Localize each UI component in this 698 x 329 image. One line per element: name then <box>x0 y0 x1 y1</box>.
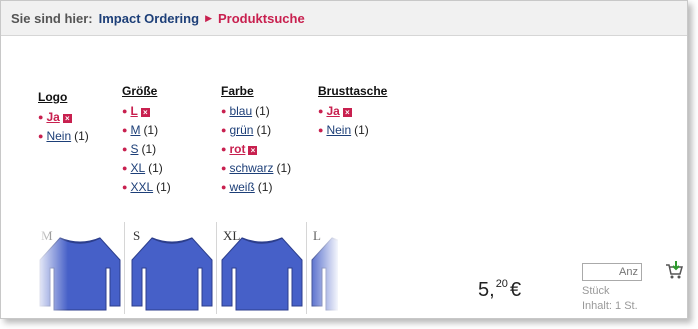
facet-value: ● Nein (1) <box>38 127 89 146</box>
product-thumbnail-strip: MSXLL <box>38 222 338 314</box>
bullet-icon: ● <box>122 163 128 173</box>
facet-0: Logo ● Ja × ● Nein (1) <box>38 90 89 146</box>
bullet-icon: ● <box>122 182 128 192</box>
triangle-right-icon: ▶ <box>205 12 212 23</box>
breadcrumb-label: Sie sind hier: <box>11 10 93 26</box>
breadcrumb: Sie sind hier: Impact Ordering ▶ Produkt… <box>1 1 687 36</box>
facet-count: (1) <box>276 161 292 175</box>
facet-value-link[interactable]: weiß <box>229 180 254 194</box>
facet-1: Größe ● L × ● M (1) ● S (1) ● XL (1) ● XXL (1) <box>122 84 171 197</box>
facet-value-link[interactable]: grün <box>229 123 253 137</box>
product-price: 5,20 € <box>478 278 521 302</box>
breadcrumb-current: Produktsuche <box>217 10 305 26</box>
remove-filter-icon[interactable]: × <box>140 108 150 117</box>
facet-title: Brusttasche <box>318 84 388 98</box>
facet-title: Farbe <box>221 84 254 98</box>
facet-value: ● S (1) <box>122 140 171 159</box>
quantity-content: Inhalt: 1 St. <box>582 300 638 312</box>
facet-3: Brusttasche ● Ja × ● Nein (1) <box>318 84 387 140</box>
bullet-icon: ● <box>38 131 44 141</box>
facet-count: (1) <box>74 129 89 143</box>
facet-count: (1) <box>141 142 157 156</box>
bullet-icon: ● <box>221 182 227 192</box>
facet-count: (1) <box>148 161 163 175</box>
facet-title: Logo <box>38 90 68 104</box>
bullet-icon: ● <box>38 112 44 122</box>
bullet-icon: ● <box>122 144 128 154</box>
price-cents: 20 <box>495 278 508 290</box>
facet-value-link[interactable]: S <box>130 142 138 156</box>
facet-count: (1) <box>256 123 272 137</box>
facet-value: ● Ja × <box>38 108 89 127</box>
facet-value-link[interactable]: XL <box>130 161 145 175</box>
facet-value-link[interactable]: schwarz <box>229 161 273 175</box>
bullet-icon: ● <box>318 106 324 116</box>
facet-count: (1) <box>255 104 270 118</box>
facet-value-link[interactable]: Ja <box>46 110 59 124</box>
bullet-icon: ● <box>221 144 227 154</box>
thumbnail-fade-right <box>308 222 338 314</box>
shirt-icon <box>221 237 303 311</box>
facet-count: (1) <box>143 123 159 137</box>
bullet-icon: ● <box>221 125 227 135</box>
price-whole: 5, <box>478 279 495 301</box>
add-to-cart-icon[interactable] <box>664 260 684 280</box>
breadcrumb-link-impact-ordering[interactable]: Impact Ordering <box>99 11 199 26</box>
facet-count: (1) <box>354 123 369 137</box>
facet-value: ● weiß (1) <box>221 178 291 197</box>
facet-value: ● Ja × <box>318 102 387 121</box>
product-thumbnail[interactable]: XL <box>218 222 307 314</box>
bullet-icon: ● <box>221 163 227 173</box>
quantity-input[interactable] <box>582 263 642 281</box>
bullet-icon: ● <box>122 106 128 116</box>
facet-value: ● M (1) <box>122 121 171 140</box>
facet-value-link[interactable]: blau <box>229 104 252 118</box>
facet-value: ● blau (1) <box>221 102 291 121</box>
thumbnail-fade-left <box>38 222 68 314</box>
price-currency: € <box>509 279 522 301</box>
facet-value: ● Nein (1) <box>318 121 387 140</box>
facet-value: ● XL (1) <box>122 159 171 178</box>
facet-value-link[interactable]: XXL <box>130 180 153 194</box>
facet-value-link[interactable]: Nein <box>326 123 351 137</box>
facet-value: ● grün (1) <box>221 121 291 140</box>
remove-filter-icon[interactable]: × <box>62 114 72 123</box>
remove-filter-icon[interactable]: × <box>342 108 352 117</box>
facet-value-link[interactable]: Ja <box>326 104 339 118</box>
facet-value-link[interactable]: M <box>130 123 140 137</box>
facet-count: (1) <box>156 180 171 194</box>
shirt-icon <box>131 237 213 311</box>
facet-value: ● schwarz (1) <box>221 159 291 178</box>
facet-value: ● rot × <box>221 140 291 159</box>
facet-value-link[interactable]: Nein <box>46 129 71 143</box>
facet-value-link[interactable]: L <box>130 104 137 118</box>
facet-value: ● XXL (1) <box>122 178 171 197</box>
bullet-icon: ● <box>221 106 227 116</box>
product-thumbnail[interactable]: S <box>128 222 217 314</box>
facet-value-link[interactable]: rot <box>229 142 245 156</box>
facet-value: ● L × <box>122 102 171 121</box>
bullet-icon: ● <box>122 125 128 135</box>
facet-title: Größe <box>122 84 158 98</box>
thumbnail-size-label: S <box>133 228 141 243</box>
bullet-icon: ● <box>318 125 324 135</box>
thumbnail-size-label: XL <box>223 228 241 243</box>
remove-filter-icon[interactable]: × <box>248 146 258 155</box>
facet-count: (1) <box>257 180 273 194</box>
facet-2: Farbe ● blau (1) ● grün (1) ● rot × ● schwarz (1) ● we… <box>221 84 291 197</box>
quantity-unit: Stück <box>582 285 610 297</box>
